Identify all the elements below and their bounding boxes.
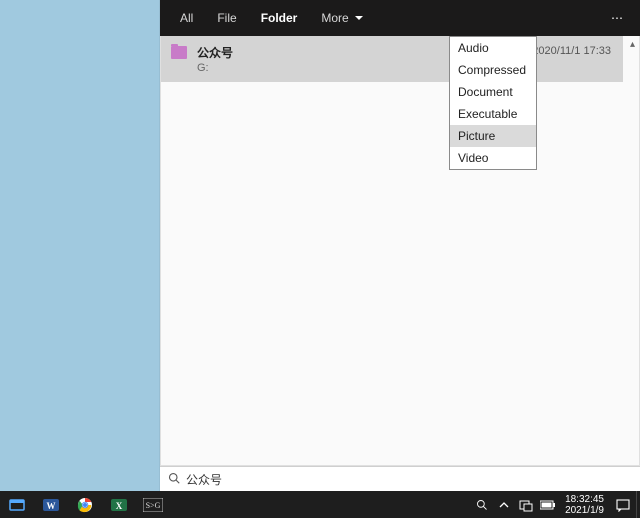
search-bar (160, 466, 640, 491)
taskbar-window-icon[interactable] (0, 491, 34, 518)
svg-text:S>G: S>G (146, 501, 161, 510)
search-icon (168, 472, 180, 487)
tab-folder[interactable]: Folder (249, 0, 310, 36)
dropdown-item-document[interactable]: Document (450, 81, 536, 103)
tab-file[interactable]: File (205, 0, 248, 36)
tray-battery-icon[interactable] (537, 491, 559, 518)
taskbar-screen-recorder-icon[interactable]: S>G (136, 491, 170, 518)
clock-time: 18:32:45 (565, 494, 604, 505)
taskbar-right: 18:32:45 2021/1/9 (471, 491, 640, 518)
dropdown-item-audio[interactable]: Audio (450, 37, 536, 59)
list-item-text: 公众号 G: (197, 44, 233, 74)
taskbar-left: W X S>G (0, 491, 170, 518)
notification-center-icon[interactable] (610, 491, 636, 518)
more-dropdown: Audio Compressed Document Executable Pic… (449, 36, 537, 170)
show-desktop-button[interactable] (636, 491, 640, 518)
taskbar: W X S>G 18:32:45 2021/1/9 (0, 491, 640, 518)
tab-more-label: More (321, 8, 348, 28)
tray-ime-icon[interactable] (515, 491, 537, 518)
dropdown-item-picture[interactable]: Picture (450, 125, 536, 147)
tab-all[interactable]: All (168, 0, 205, 36)
dropdown-item-video[interactable]: Video (450, 147, 536, 169)
svg-text:W: W (47, 501, 56, 511)
list-item-name: 公众号 (197, 44, 233, 61)
scroll-up-icon[interactable]: ▴ (630, 39, 635, 50)
taskbar-word-icon[interactable]: W (34, 491, 68, 518)
dropdown-item-executable[interactable]: Executable (450, 103, 536, 125)
file-list: ▴ 公众号 G: 2020/11/1 17:33 (160, 36, 640, 466)
chevron-down-icon (355, 16, 363, 20)
dropdown-item-compressed[interactable]: Compressed (450, 59, 536, 81)
svg-text:X: X (116, 501, 123, 511)
taskbar-excel-icon[interactable]: X (102, 491, 136, 518)
list-item[interactable]: 公众号 G: 2020/11/1 17:33 (161, 36, 623, 83)
clock-date: 2021/1/9 (565, 505, 604, 516)
kebab-menu-button[interactable]: ⋯ (604, 11, 632, 25)
tray-chevron-up-icon[interactable] (493, 491, 515, 518)
taskbar-chrome-icon[interactable] (68, 491, 102, 518)
search-input[interactable] (186, 472, 632, 486)
tray-search-icon[interactable] (471, 491, 493, 518)
folder-icon (171, 46, 187, 59)
clock[interactable]: 18:32:45 2021/1/9 (559, 494, 610, 516)
list-item-path: G: (197, 62, 233, 74)
app-window: All File Folder More ⋯ ▴ 公众号 G: 2020/11/… (160, 0, 640, 491)
tab-more[interactable]: More (309, 0, 374, 36)
toolbar: All File Folder More ⋯ (160, 0, 640, 36)
list-item-date: 2020/11/1 17:33 (532, 45, 611, 57)
